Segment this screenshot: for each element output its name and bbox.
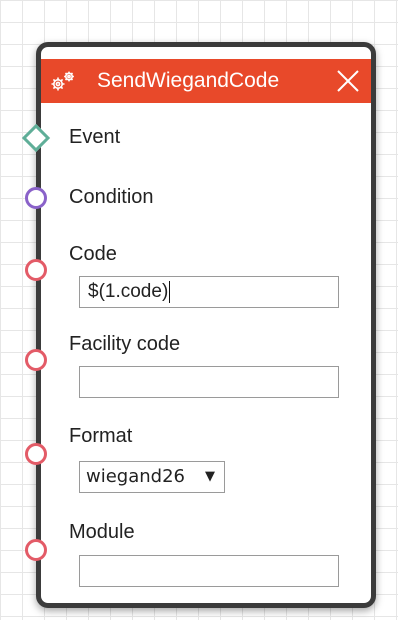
- close-icon[interactable]: [335, 68, 361, 94]
- format-selected-value: wiegand26: [86, 466, 185, 487]
- module-label: Module: [69, 521, 135, 543]
- node-header[interactable]: SendWiegandCode: [41, 59, 371, 103]
- facility-code-input[interactable]: [79, 366, 339, 398]
- condition-label: Condition: [69, 186, 154, 208]
- module-port[interactable]: [25, 539, 47, 561]
- code-port[interactable]: [25, 259, 47, 281]
- dropdown-arrow-icon: ▼: [205, 469, 215, 484]
- format-port[interactable]: [25, 443, 47, 465]
- code-input[interactable]: $(1.code): [79, 276, 339, 308]
- code-value: $(1.code): [88, 281, 169, 302]
- condition-port[interactable]: [25, 187, 47, 209]
- facility-code-port[interactable]: [25, 349, 47, 371]
- gears-icon: [49, 69, 77, 93]
- format-select[interactable]: wiegand26 ▼: [79, 461, 225, 493]
- node-title: SendWiegandCode: [97, 69, 280, 92]
- text-caret: [169, 280, 171, 303]
- send-wiegand-code-node[interactable]: SendWiegandCode Event Condition Code $(1…: [21, 42, 376, 608]
- format-label: Format: [69, 425, 133, 447]
- code-label: Code: [69, 243, 117, 265]
- module-input[interactable]: [79, 555, 339, 587]
- event-port[interactable]: [21, 123, 51, 153]
- facility-code-label: Facility code: [69, 333, 181, 355]
- event-label: Event: [69, 126, 121, 148]
